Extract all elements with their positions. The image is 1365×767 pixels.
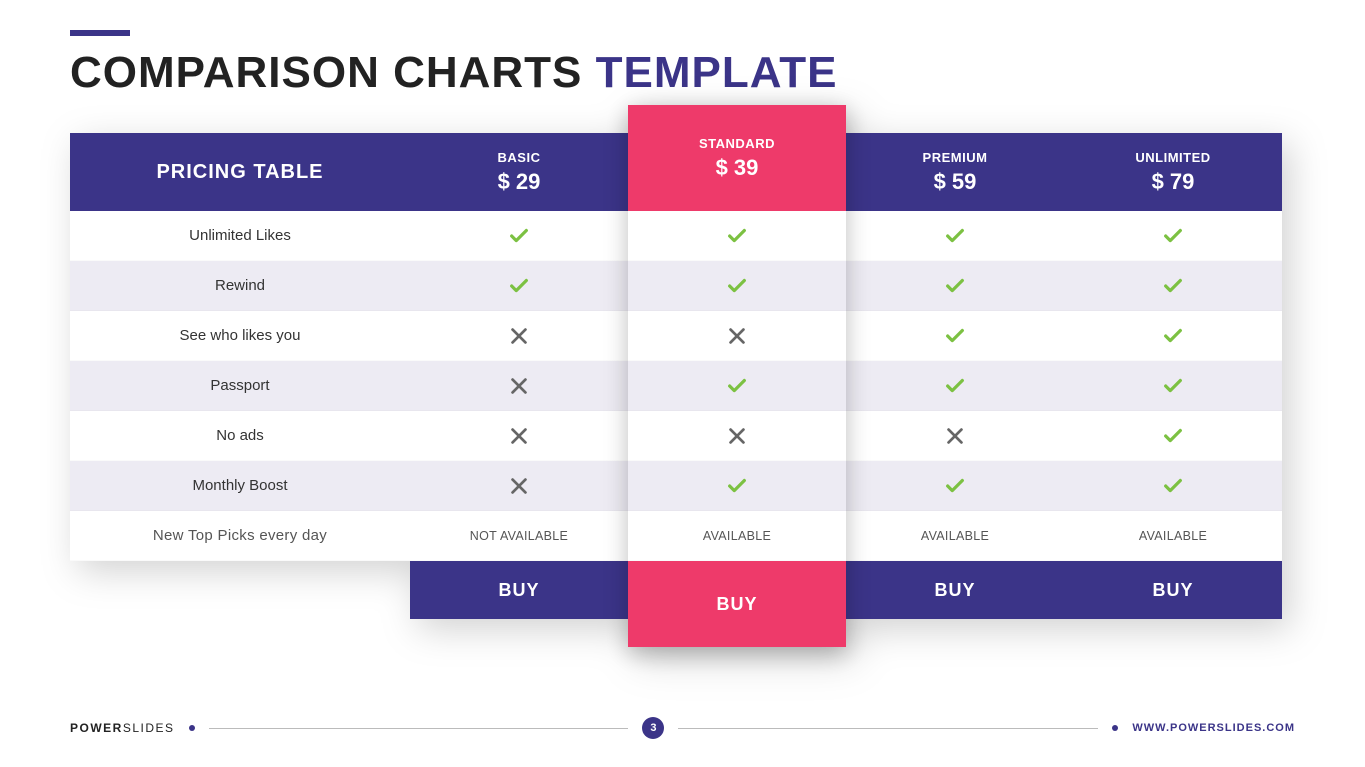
plan-price: $ 79 <box>1152 169 1195 195</box>
plan-column-premium: PREMIUM $ 59 AVAILABLEBUY <box>846 133 1064 619</box>
plan-cell <box>628 361 846 411</box>
check-icon <box>726 275 748 297</box>
footer-brand-bold: POWER <box>70 721 123 735</box>
buy-button[interactable]: BUY <box>846 561 1064 619</box>
feature-label: Rewind <box>70 261 410 311</box>
check-icon <box>508 225 530 247</box>
footer-brand: POWERSLIDES <box>70 721 175 735</box>
slide-footer: POWERSLIDES 3 WWW.POWERSLIDES.COM <box>70 717 1295 739</box>
check-icon <box>944 275 966 297</box>
plan-price: $ 29 <box>498 169 541 195</box>
check-icon <box>1162 225 1184 247</box>
plan-cell <box>628 211 846 261</box>
plan-price: $ 59 <box>934 169 977 195</box>
check-icon <box>726 375 748 397</box>
plan-cell <box>628 411 846 461</box>
plan-name: PREMIUM <box>923 150 988 165</box>
check-icon <box>944 325 966 347</box>
plan-cell <box>1064 411 1282 461</box>
title-main: COMPARISON CHARTS <box>70 48 596 97</box>
feature-label: Passport <box>70 361 410 411</box>
buy-button[interactable]: BUY <box>1064 561 1282 619</box>
table-header-label: PRICING TABLE <box>70 133 410 211</box>
footer-dot <box>189 725 195 731</box>
check-icon <box>1162 275 1184 297</box>
footer-dot <box>1112 725 1118 731</box>
feature-label: See who likes you <box>70 311 410 361</box>
cross-icon <box>508 475 530 497</box>
plan-cell <box>628 461 846 511</box>
check-icon <box>944 225 966 247</box>
plan-name: BASIC <box>498 150 541 165</box>
buy-button[interactable]: BUY <box>628 561 846 647</box>
page-title: COMPARISON CHARTS TEMPLATE <box>70 48 1295 98</box>
check-icon <box>508 275 530 297</box>
plan-cell: NOT AVAILABLE <box>410 511 628 561</box>
cross-icon <box>508 375 530 397</box>
plan-price: $ 39 <box>716 155 759 181</box>
plan-cell: AVAILABLE <box>846 511 1064 561</box>
cross-icon <box>726 325 748 347</box>
plan-cell <box>1064 211 1282 261</box>
footer-line <box>209 728 629 729</box>
plan-cell <box>410 361 628 411</box>
feature-label: Monthly Boost <box>70 461 410 511</box>
page-number-badge: 3 <box>642 717 664 739</box>
check-icon <box>1162 375 1184 397</box>
plan-cell <box>846 311 1064 361</box>
cross-icon <box>508 425 530 447</box>
check-icon <box>944 375 966 397</box>
plan-name: UNLIMITED <box>1135 150 1210 165</box>
check-icon <box>1162 475 1184 497</box>
plan-header: UNLIMITED $ 79 <box>1064 133 1282 211</box>
footer-url: WWW.POWERSLIDES.COM <box>1132 722 1295 734</box>
plan-cell <box>410 211 628 261</box>
buy-button[interactable]: BUY <box>410 561 628 619</box>
title-accent: TEMPLATE <box>596 48 838 97</box>
footer-line <box>678 728 1098 729</box>
plan-cell <box>1064 261 1282 311</box>
cross-icon <box>508 325 530 347</box>
pricing-table: PRICING TABLEUnlimited LikesRewindSee wh… <box>70 133 1295 647</box>
plan-header: BASIC $ 29 <box>410 133 628 211</box>
plan-cell <box>846 361 1064 411</box>
cross-icon <box>944 425 966 447</box>
plan-column-unlimited: UNLIMITED $ 79 AVAILABLEBUY <box>1064 133 1282 619</box>
check-icon <box>726 225 748 247</box>
cross-icon <box>726 425 748 447</box>
plan-column-standard: STANDARD $ 39 AVAILABLEBUY <box>628 105 846 647</box>
plan-cell: AVAILABLE <box>1064 511 1282 561</box>
plan-cell <box>410 411 628 461</box>
features-column: PRICING TABLEUnlimited LikesRewindSee wh… <box>70 133 410 619</box>
plan-cell <box>1064 461 1282 511</box>
plan-cell <box>846 411 1064 461</box>
footer-brand-light: SLIDES <box>123 721 175 735</box>
check-icon <box>726 475 748 497</box>
plan-cell <box>846 261 1064 311</box>
feature-label: New Top Picks every day <box>70 511 410 561</box>
plan-name: STANDARD <box>699 136 775 151</box>
plan-cell: AVAILABLE <box>628 511 846 561</box>
plan-cell <box>628 261 846 311</box>
plan-cell <box>846 211 1064 261</box>
feature-label: Unlimited Likes <box>70 211 410 261</box>
plan-header: STANDARD $ 39 <box>628 105 846 211</box>
plan-cell <box>846 461 1064 511</box>
plan-cell <box>628 311 846 361</box>
feature-label: No ads <box>70 411 410 461</box>
plan-cell <box>1064 311 1282 361</box>
plan-cell <box>1064 361 1282 411</box>
plan-cell <box>410 311 628 361</box>
plan-cell <box>410 261 628 311</box>
accent-bar <box>70 30 130 36</box>
plan-header: PREMIUM $ 59 <box>846 133 1064 211</box>
plan-column-basic: BASIC $ 29 NOT AVAILABLEBUY <box>410 133 628 619</box>
check-icon <box>1162 325 1184 347</box>
check-icon <box>1162 425 1184 447</box>
check-icon <box>944 475 966 497</box>
plan-cell <box>410 461 628 511</box>
